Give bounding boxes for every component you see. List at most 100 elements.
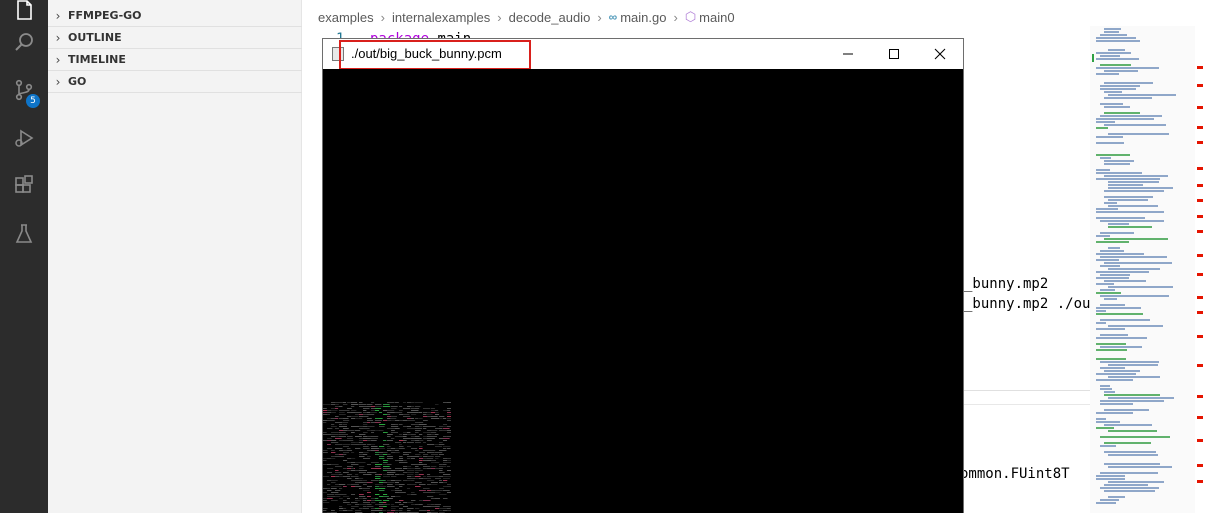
minimap-line <box>1100 55 1121 57</box>
visualization-pixel <box>343 434 349 435</box>
visualization-pixel <box>427 506 431 507</box>
visualization-pixel <box>359 462 366 463</box>
visualization-pixel <box>447 466 451 467</box>
visualization-pixel <box>375 450 379 451</box>
visualization-pixel <box>419 424 427 425</box>
visualization-pixel <box>447 402 451 403</box>
visualization-pixel <box>331 410 338 411</box>
visualization-pixel <box>367 426 375 427</box>
visualization-pixel <box>415 508 420 509</box>
minimap-line <box>1100 115 1163 117</box>
minimap-line <box>1096 349 1128 351</box>
minimap-line <box>1100 34 1128 36</box>
visualization-pixel <box>343 468 347 469</box>
visualization-pixel <box>383 420 388 421</box>
visualization-pixel <box>371 444 376 445</box>
visualization-pixel <box>447 458 451 459</box>
visualization-pixel <box>419 422 424 423</box>
visualization-pixel <box>327 414 331 415</box>
minimap-line <box>1096 310 1106 312</box>
minimap-line <box>1104 124 1167 126</box>
visualization-pixel <box>327 438 332 439</box>
visualization-pixel <box>431 432 437 433</box>
visualization-pixel <box>343 420 350 421</box>
search-icon[interactable] <box>0 18 48 66</box>
breadcrumb-item[interactable]: decode_audio <box>509 10 591 25</box>
minimap-line <box>1096 208 1118 210</box>
visualization-pixel <box>331 458 336 459</box>
visualization-pixel <box>375 408 382 409</box>
visualization-pixel <box>435 498 441 499</box>
source-control-icon[interactable]: 5 <box>0 66 48 114</box>
minimap-line <box>1096 379 1134 381</box>
visualization-pixel <box>411 480 415 481</box>
run-debug-icon[interactable] <box>0 114 48 162</box>
code-fragment[interactable]: _bunny.mp2 ./out/ <box>964 296 1107 312</box>
visualization-pixel <box>431 450 436 451</box>
visualization-pixel <box>327 484 331 485</box>
close-button[interactable] <box>917 39 963 69</box>
window-titlebar[interactable]: ./out/big_buck_bunny.pcm <box>323 39 963 70</box>
visualization-pixel <box>363 446 369 447</box>
minimap-line <box>1096 475 1125 477</box>
minimap-line <box>1096 277 1130 279</box>
section-label: OUTLINE <box>68 31 122 44</box>
visualization-pixel <box>375 404 382 405</box>
visualization-pixel <box>375 494 380 495</box>
visualization-pixel <box>447 486 451 487</box>
visualization-pixel <box>367 418 372 419</box>
visualization-pixel <box>447 412 451 413</box>
minimap[interactable] <box>1090 26 1195 513</box>
minimap-line <box>1108 184 1143 186</box>
minimap-line <box>1096 169 1111 171</box>
breadcrumb-item[interactable]: main0 <box>699 10 734 25</box>
minimap-line <box>1100 487 1159 489</box>
section-go[interactable]: › GO <box>48 71 302 93</box>
section-outline[interactable]: › OUTLINE <box>48 27 302 49</box>
visualization-pixel <box>323 404 331 405</box>
maximize-button[interactable] <box>871 39 917 69</box>
minimap-line <box>1104 238 1168 240</box>
visualization-pixel <box>415 466 419 467</box>
code-fragment[interactable]: ommon.FUint8T <box>960 466 1070 482</box>
minimize-button[interactable] <box>825 39 871 69</box>
visualization-pixel <box>403 506 408 507</box>
visualization-pixel <box>339 432 346 433</box>
visualization-pixel <box>371 438 378 439</box>
breadcrumb-item[interactable]: main.go <box>620 10 666 25</box>
visualization-pixel <box>439 444 445 445</box>
visualization-pixel <box>355 412 362 413</box>
visualization-pixel <box>407 458 411 459</box>
visualization-pixel <box>335 408 339 409</box>
minimap-line <box>1100 85 1140 87</box>
minimap-line <box>1100 403 1133 405</box>
visualization-pixel <box>367 444 372 445</box>
visualization-pixel <box>423 488 430 489</box>
breadcrumb-item[interactable]: internalexamples <box>392 10 490 25</box>
visualization-pixel <box>411 414 417 415</box>
section-timeline[interactable]: › TIMELINE <box>48 49 302 71</box>
extensions-icon[interactable] <box>0 162 48 210</box>
visualization-pixel <box>323 502 330 503</box>
visualization-pixel <box>343 502 350 503</box>
visualization-pixel <box>447 492 451 493</box>
testing-icon[interactable] <box>0 210 48 258</box>
visualization-pixel <box>331 434 339 435</box>
visualization-pixel <box>327 488 331 489</box>
visualization-pixel <box>347 510 353 511</box>
visualization-pixel <box>435 492 441 493</box>
breadcrumb-item[interactable]: examples <box>318 10 374 25</box>
visualization-pixel <box>363 422 368 423</box>
visualization-pixel <box>423 428 427 429</box>
minimap-line <box>1096 259 1119 261</box>
visualization-pixel <box>443 436 447 437</box>
scrollbar-marker <box>1197 215 1203 218</box>
visualization-pixel <box>363 500 367 501</box>
section-ffmpeg-go[interactable]: › FFMPEG-GO <box>48 5 302 27</box>
minimap-line <box>1096 241 1130 243</box>
visualization-pixel <box>399 508 403 509</box>
code-fragment[interactable]: _bunny.mp2 <box>964 276 1048 292</box>
scrollbar[interactable] <box>1197 26 1207 513</box>
visualization-pixel <box>331 492 339 493</box>
visualization-pixel <box>419 504 423 505</box>
